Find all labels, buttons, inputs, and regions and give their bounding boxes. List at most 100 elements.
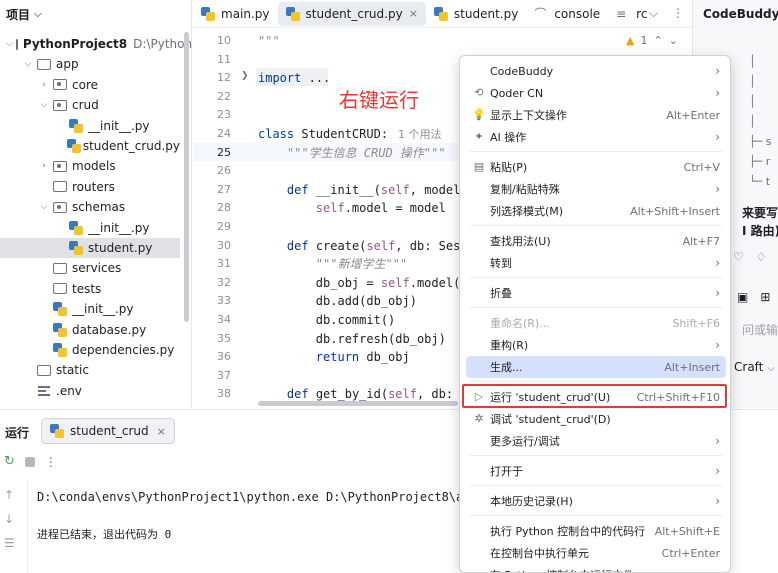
chevron-up-icon[interactable]: ⌃ (653, 34, 662, 47)
menu-item[interactable]: ⟲ Qoder CN › (466, 82, 726, 104)
soft-wrap-icon[interactable]: ☰ (4, 536, 15, 550)
code-line[interactable]: return db_obj (258, 348, 410, 366)
menu-item[interactable]: 执行 Python 控制台中的代码行 Alt+Shift+E (466, 520, 726, 542)
chevron-down-icon[interactable]: ⌄ (669, 34, 678, 47)
menu-item[interactable]: 生成... Alt+Insert (466, 356, 726, 378)
menu-item-label: 在控制台中执行单元 (490, 547, 589, 560)
chevron-right-icon[interactable]: › (38, 161, 50, 171)
menu-item[interactable]: 在控制台中执行单元 Ctrl+Enter (466, 542, 726, 564)
tree-item[interactable]: student_crud.py (0, 136, 180, 156)
code-line[interactable]: import ... (258, 69, 330, 87)
tab-student-crud-py[interactable]: student_crud.py × (277, 1, 426, 26)
book-icon[interactable]: ⊞ (760, 290, 770, 304)
tree-item[interactable]: __init__.py (0, 116, 180, 136)
code-line[interactable]: """ (258, 32, 280, 50)
thumbs-down-icon[interactable]: ♢ (756, 250, 767, 264)
chevron-down-icon[interactable]: ⌵ (649, 6, 658, 21)
chevron-down-icon[interactable]: ⌵ (38, 202, 50, 212)
code-line[interactable]: db_obj = self.model(** (258, 274, 475, 292)
more-vertical-icon[interactable]: ⋮ (45, 455, 57, 469)
tree-item[interactable]: .env (0, 381, 180, 401)
tree-item[interactable]: ⌵ PythonProject8 D:\PythonProj (0, 34, 214, 54)
more-vertical-icon[interactable]: ⋮ (672, 6, 684, 21)
chevron-down-icon[interactable]: ⌵ (38, 100, 50, 110)
tree-item[interactable]: ⌵ crud (0, 95, 180, 115)
code-line[interactable]: """学生信息 CRUD 操作""" (258, 144, 446, 162)
chevron-right-icon: › (715, 182, 720, 196)
chevron-down-icon[interactable]: ⌵ (22, 59, 34, 69)
code-line[interactable]: db.commit() (258, 311, 395, 329)
menu-item-label: 复制/粘贴特殊 (490, 183, 560, 196)
editor-horizontal-scrollbar[interactable] (258, 401, 458, 406)
chevron-down-icon[interactable]: ⌵ (34, 9, 42, 20)
project-header-label: 项目 (6, 7, 31, 22)
rerun-icon[interactable]: ↻ (4, 454, 15, 469)
codebuddy-snippet: 来要写 Se (742, 206, 778, 220)
menu-item[interactable]: 转到 › (466, 252, 726, 274)
tree-item[interactable]: tests (0, 279, 180, 299)
menu-item-label: 显示上下文操作 (490, 109, 567, 122)
qoder-icon: ⟲ (474, 86, 484, 99)
menu-item[interactable]: 重命名(R)... Shift+F6 (466, 312, 726, 334)
tree-item[interactable]: __init__.py (0, 218, 180, 238)
project-header[interactable]: 项目 ⌵ (0, 0, 191, 28)
image-icon[interactable]: ▣ (737, 290, 748, 304)
menu-item[interactable]: 复制/粘贴特殊 › (466, 178, 726, 200)
tree-item[interactable]: static (0, 360, 180, 380)
run-tab-student-crud[interactable]: student_crud × (41, 418, 175, 444)
chevron-right-icon[interactable]: › (38, 80, 50, 90)
stop-icon[interactable] (24, 456, 35, 467)
menu-item[interactable]: 本地历史记录(H) › (466, 490, 726, 512)
menu-item[interactable]: ▤ 粘贴(P) Ctrl+V (466, 156, 726, 178)
tab-main-py[interactable]: main.py (193, 2, 278, 26)
codebuddy-input[interactable]: 问或输入 (742, 321, 778, 338)
menu-item[interactable]: 💡 显示上下文操作 Alt+Enter (466, 104, 726, 126)
tree-item[interactable]: › models (0, 156, 180, 176)
fold-expand-icon[interactable]: ❯ (241, 71, 249, 81)
tree-item[interactable]: database.py (0, 320, 180, 340)
code-line[interactable]: def create(self, db: Sessi (258, 237, 475, 255)
tree-item[interactable]: › core (0, 75, 180, 95)
tab-console[interactable]: ⌒ console (526, 2, 608, 26)
code-line[interactable]: class StudentCRUD: 1 个用法 (258, 125, 442, 143)
project-scrollbar[interactable] (184, 32, 189, 322)
arrow-up-icon[interactable]: ↑ (4, 488, 15, 502)
menu-item[interactable]: 查找用法(U) Alt+F7 (466, 230, 726, 252)
close-icon[interactable]: × (157, 425, 166, 438)
tree-item[interactable]: routers (0, 177, 180, 197)
menu-item[interactable]: ✲ 调试 'student_crud'(D) (466, 408, 726, 430)
menu-item[interactable]: ✦ AI 操作 › (466, 126, 726, 148)
code-line[interactable]: db.refresh(db_obj) (258, 330, 446, 348)
menu-item[interactable]: 更多运行/调试 › (466, 430, 726, 452)
line-number: 11 (217, 52, 231, 66)
tree-item-label: PythonProject8 (22, 37, 128, 51)
menu-item[interactable]: 重构(R) › (466, 334, 726, 356)
inspection-widget[interactable]: ▲ 1 ⌃ ⌄ (626, 34, 678, 47)
usage-hint[interactable]: 1 个用法 (398, 128, 442, 141)
code-line[interactable]: """新增学生""" (258, 255, 407, 273)
chevron-down-icon[interactable]: ⌵ (6, 39, 13, 49)
craft-selector[interactable]: Craft ⌵ (734, 360, 775, 374)
tree-item[interactable]: ⌵ schemas (0, 197, 180, 217)
tree-item[interactable]: dependencies.py (0, 340, 180, 360)
chevron-right-icon: › (715, 464, 720, 478)
thumbs-up-icon[interactable]: ♡ (733, 250, 744, 264)
folder-icon (53, 79, 67, 91)
code-line[interactable]: db.add(db_obj) (258, 292, 417, 310)
tree-item[interactable]: ⌵ app (0, 54, 180, 74)
code-line[interactable]: def __init__(self, model: (258, 181, 468, 199)
menu-item[interactable]: 打开于 › (466, 460, 726, 482)
arrow-down-icon[interactable]: ↓ (4, 512, 15, 526)
code-line[interactable]: self.model = model (258, 199, 446, 217)
tree-item[interactable]: services (0, 258, 180, 278)
menu-item[interactable]: 列选择模式(M) Alt+Shift+Insert (466, 200, 726, 222)
warning-icon: ▲ (626, 34, 635, 47)
close-icon[interactable]: × (409, 7, 418, 20)
menu-item[interactable]: CodeBuddy › (466, 60, 726, 82)
menu-item-label: CodeBuddy (490, 64, 554, 78)
menu-item[interactable]: 在 Python 控制台中运行文件 (466, 564, 726, 572)
tree-item[interactable]: student.py (0, 238, 180, 258)
tree-item[interactable]: __init__.py (0, 299, 180, 319)
tab-student-py[interactable]: student.py (426, 2, 526, 26)
menu-item[interactable]: 折叠 › (466, 282, 726, 304)
